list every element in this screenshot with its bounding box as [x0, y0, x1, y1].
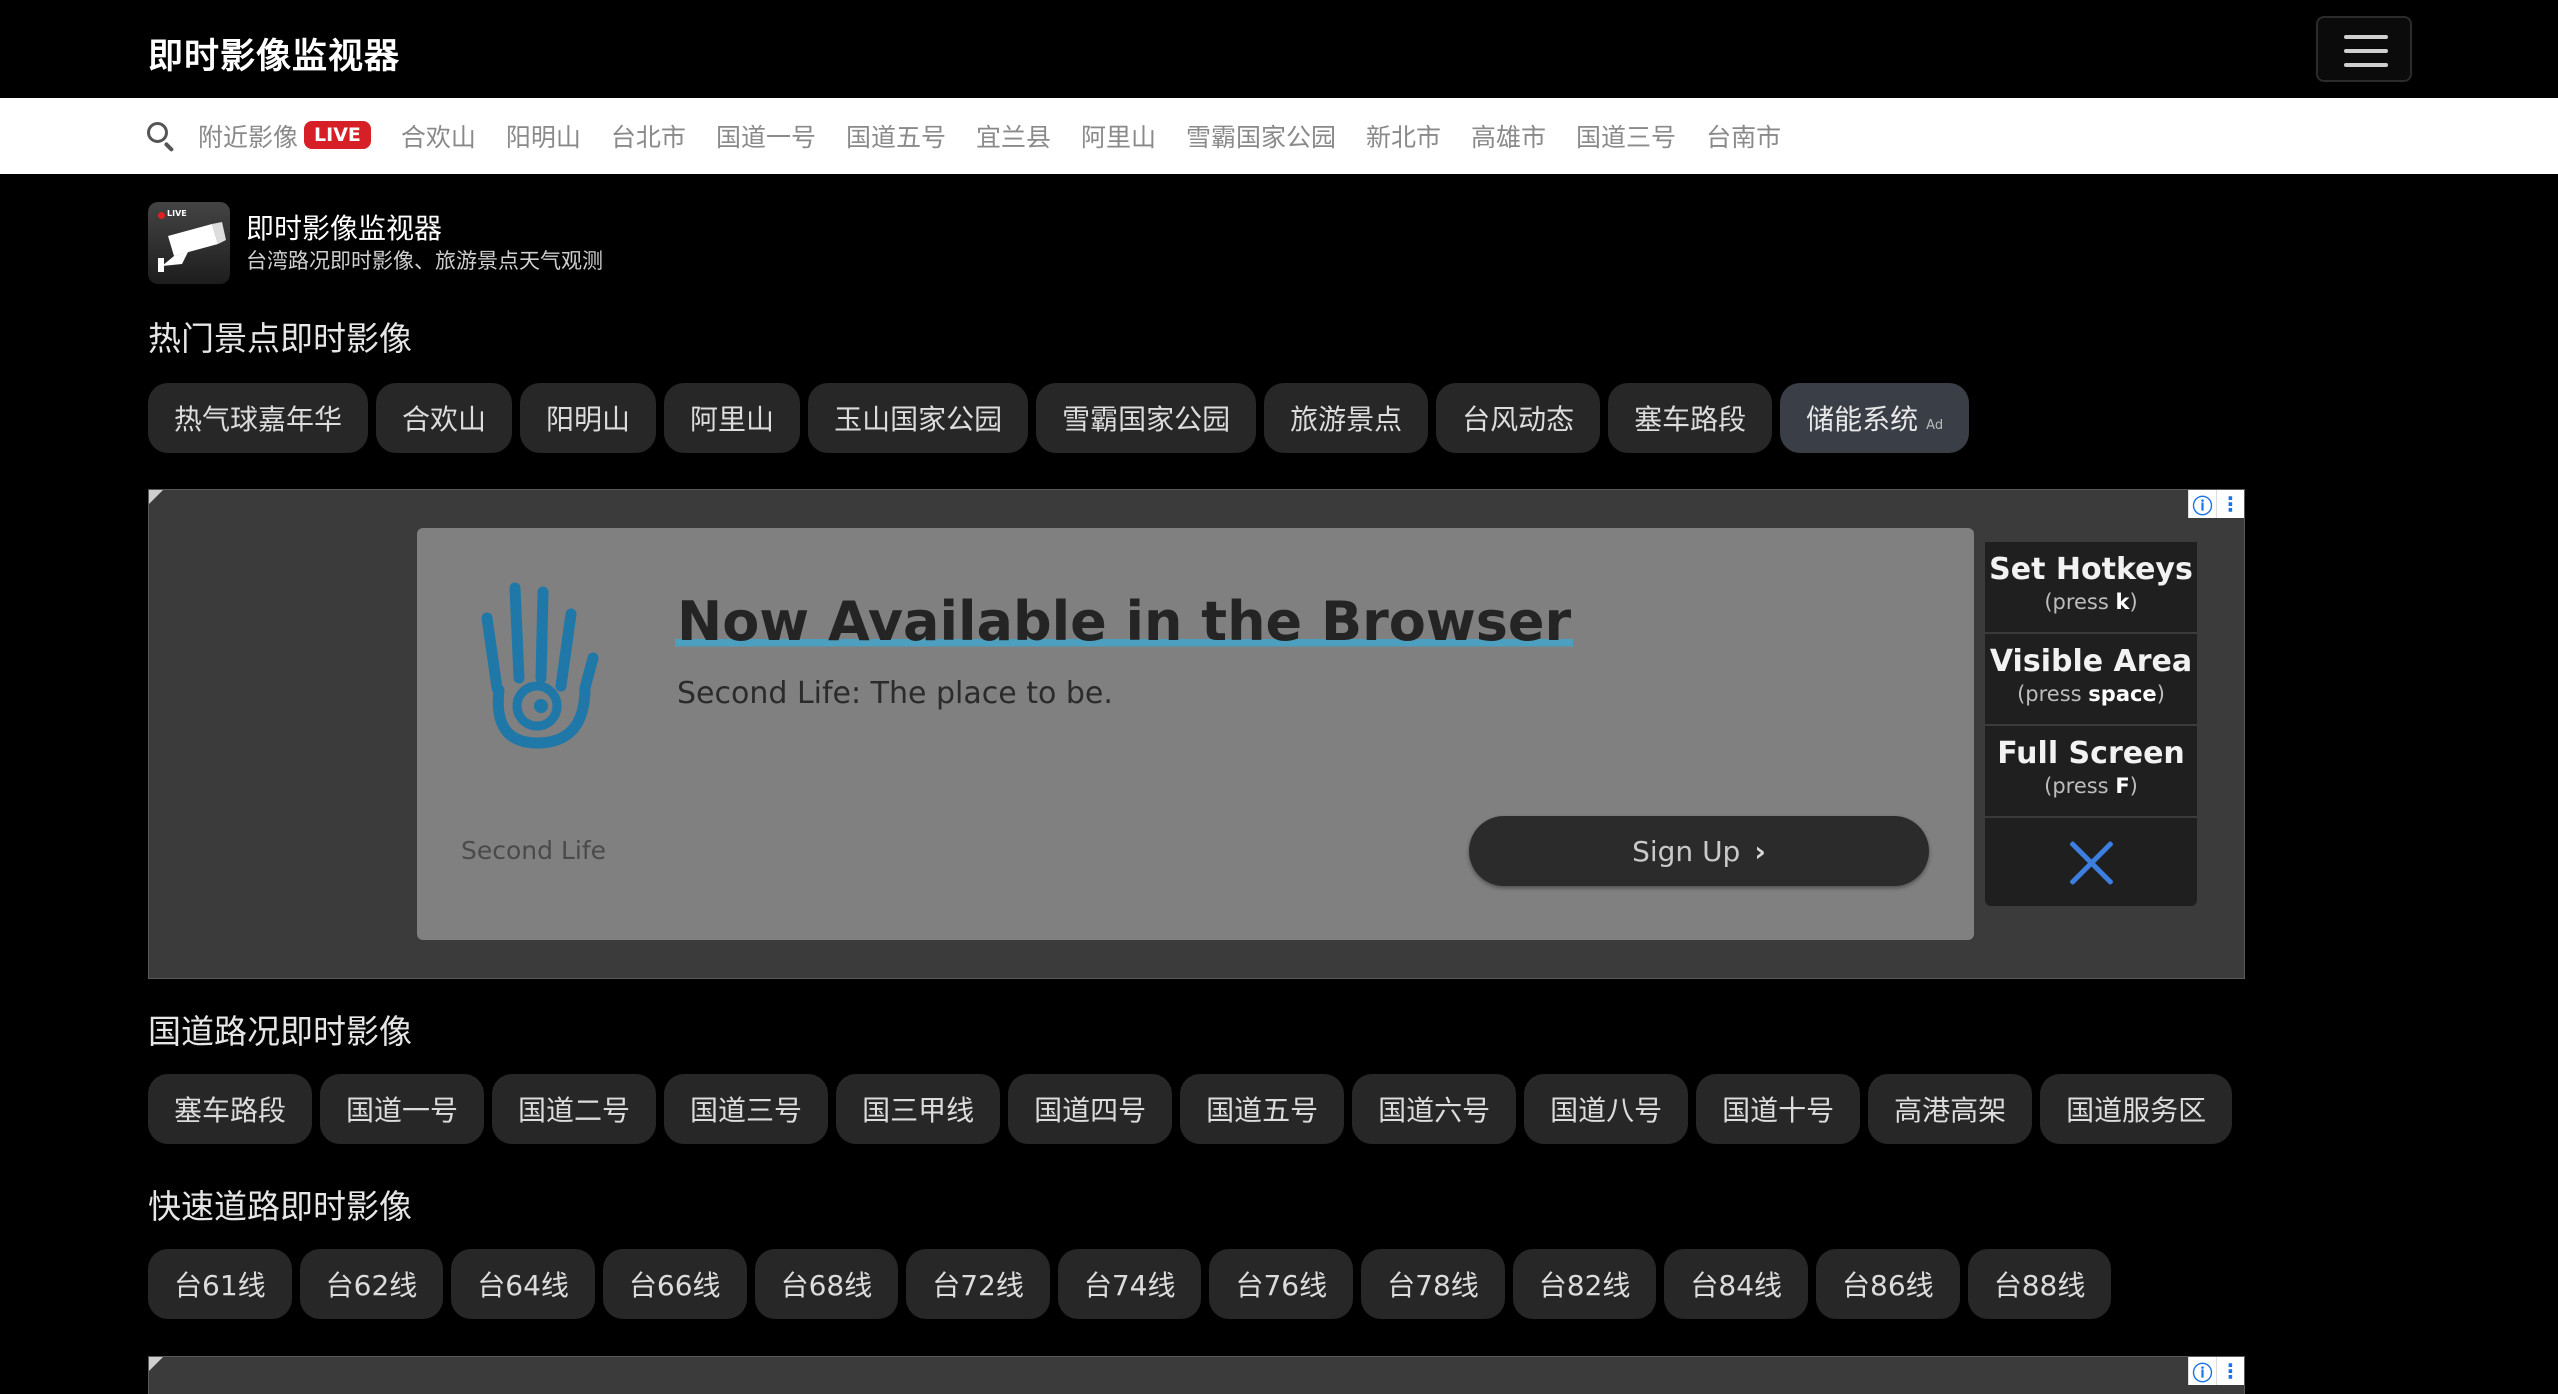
chip[interactable]: 台78线	[1361, 1249, 1505, 1319]
chip[interactable]: 旅游景点	[1264, 383, 1429, 453]
chip[interactable]: 国道八号	[1524, 1074, 1689, 1144]
app-logo: LIVE	[148, 202, 230, 284]
second-life-hand-icon	[481, 582, 599, 749]
ad-description: Second Life: The place to be.	[677, 676, 1113, 711]
hamburger-icon	[2344, 35, 2388, 39]
live-badge: LIVE	[304, 121, 371, 149]
ad-info-icon[interactable]: ⓘ	[2188, 1357, 2216, 1385]
chip[interactable]: 国道四号	[1008, 1074, 1173, 1144]
ad-shortcuts-panel: Set Hotkeys (press k) Visible Area (pres…	[1985, 542, 2197, 908]
chip[interactable]: 国三甲线	[836, 1074, 1001, 1144]
ad-headline[interactable]: Now Available in the Browser	[675, 590, 1574, 653]
ad-corner-marker	[149, 490, 163, 504]
chip[interactable]: 国道五号	[1180, 1074, 1345, 1144]
site-brand[interactable]: 即时影像监视器	[148, 28, 400, 79]
chip[interactable]: 台86线	[1816, 1249, 1960, 1319]
nav-link[interactable]: 宜兰县	[976, 118, 1051, 154]
menu-toggle-button[interactable]	[2316, 16, 2412, 82]
site-title: 即时影像监视器	[246, 212, 443, 245]
ad-info-icon[interactable]: ⓘ	[2188, 490, 2216, 518]
chip[interactable]: 台62线	[299, 1249, 444, 1319]
ad-menu-icon[interactable]: ⋮	[2216, 490, 2244, 518]
hamburger-icon	[2344, 49, 2388, 53]
chip[interactable]: 雪霸国家公园	[1036, 383, 1257, 453]
chip[interactable]: 台74线	[1057, 1249, 1202, 1319]
ad-advertiser[interactable]: Second Life	[461, 836, 606, 865]
ad-mark: Ad	[1926, 417, 1944, 433]
set-hotkeys-button[interactable]: Set Hotkeys (press k)	[1985, 542, 2197, 632]
nav-link-nearby[interactable]: 附近影像	[198, 118, 298, 154]
full-screen-button[interactable]: Full Screen (press F)	[1985, 726, 2197, 816]
nav-link[interactable]: 雪霸国家公园	[1186, 118, 1336, 154]
ad-banner: ⓘ ⋮ Now Available in the Browser Second …	[148, 489, 2245, 979]
top-bar: 即时影像监视器	[0, 0, 2558, 98]
chip[interactable]: 台61线	[148, 1249, 292, 1319]
sponsored-chip-label: 储能系统	[1806, 403, 1919, 436]
nav-link[interactable]: 国道一号	[716, 118, 816, 154]
sponsored-chip[interactable]: 储能系统 Ad	[1780, 383, 1970, 453]
chevron-right-icon: ›	[1754, 834, 1766, 868]
ad-content[interactable]: Now Available in the Browser Second Life…	[417, 528, 1974, 940]
chip[interactable]: 台82线	[1512, 1249, 1657, 1319]
chip[interactable]: 塞车路段	[1608, 383, 1773, 453]
section-title-highway: 国道路况即时影像	[148, 1012, 412, 1051]
nav-link[interactable]: 合欢山	[401, 118, 476, 154]
site-card[interactable]: LIVE 即时影像监视器 台湾路况即时影像、旅游景点天气观测	[148, 202, 603, 284]
chip[interactable]: 台84线	[1664, 1249, 1809, 1319]
chip[interactable]: 台76线	[1209, 1249, 1354, 1319]
chip[interactable]: 国道一号	[320, 1074, 485, 1144]
chip[interactable]: 阿里山	[664, 383, 801, 453]
chip[interactable]: 国道服务区	[2040, 1074, 2233, 1144]
close-icon	[2067, 838, 2115, 886]
nav-link[interactable]: 台北市	[611, 118, 686, 154]
chip[interactable]: 台风动态	[1436, 383, 1601, 453]
ad-banner-2: ⓘ ⋮	[148, 1356, 2245, 1394]
sign-up-button[interactable]: Sign Up ›	[1469, 816, 1929, 886]
chip[interactable]: 国道三号	[664, 1074, 829, 1144]
chip[interactable]: 国道十号	[1696, 1074, 1861, 1144]
nav-link[interactable]: 阳明山	[506, 118, 581, 154]
close-ad-button[interactable]	[1985, 818, 2197, 906]
chip[interactable]: 阳明山	[520, 383, 657, 453]
chip[interactable]: 台72线	[906, 1249, 1050, 1319]
chip[interactable]: 台88线	[1967, 1249, 2112, 1319]
quick-nav-bar: 附近影像 LIVE 合欢山 阳明山 台北市 国道一号 国道五号 宜兰县 阿里山 …	[0, 98, 2558, 174]
sign-up-label: Sign Up	[1632, 834, 1741, 868]
chip[interactable]: 热气球嘉年华	[148, 383, 369, 453]
nav-link[interactable]: 高雄市	[1471, 118, 1546, 154]
ad-corner-marker	[149, 1357, 163, 1371]
visible-area-button[interactable]: Visible Area (press space)	[1985, 634, 2197, 724]
chip[interactable]: 国道六号	[1352, 1074, 1517, 1144]
nav-link[interactable]: 新北市	[1366, 118, 1441, 154]
expressway-chips: 台61线 台62线 台64线 台66线 台68线 台72线 台74线 台76线 …	[148, 1249, 2119, 1319]
chip[interactable]: 玉山国家公园	[808, 383, 1029, 453]
section-title-expressway: 快速道路即时影像	[148, 1187, 412, 1226]
hamburger-icon	[2344, 63, 2388, 67]
chip[interactable]: 台64线	[451, 1249, 595, 1319]
chip[interactable]: 台68线	[754, 1249, 899, 1319]
nav-link[interactable]: 台南市	[1706, 118, 1781, 154]
popular-chips: 热气球嘉年华 合欢山 阳明山 阿里山 玉山国家公园 雪霸国家公园 旅游景点 台风…	[148, 383, 1977, 453]
highway-chips: 塞车路段 国道一号 国道二号 国道三号 国三甲线 国道四号 国道五号 国道六号 …	[148, 1074, 2240, 1144]
site-subtitle: 台湾路况即时影像、旅游景点天气观测	[246, 249, 603, 273]
chip[interactable]: 高港高架	[1868, 1074, 2033, 1144]
chip[interactable]: 国道二号	[492, 1074, 657, 1144]
chip[interactable]: 台66线	[602, 1249, 747, 1319]
section-title-popular: 热门景点即时影像	[148, 319, 412, 358]
search-icon[interactable]	[146, 121, 176, 153]
nav-link[interactable]: 国道三号	[1576, 118, 1676, 154]
chip[interactable]: 合欢山	[376, 383, 513, 453]
nav-link[interactable]: 国道五号	[846, 118, 946, 154]
ad-menu-icon[interactable]: ⋮	[2216, 1357, 2244, 1385]
chip[interactable]: 塞车路段	[148, 1074, 313, 1144]
nav-link[interactable]: 阿里山	[1081, 118, 1156, 154]
